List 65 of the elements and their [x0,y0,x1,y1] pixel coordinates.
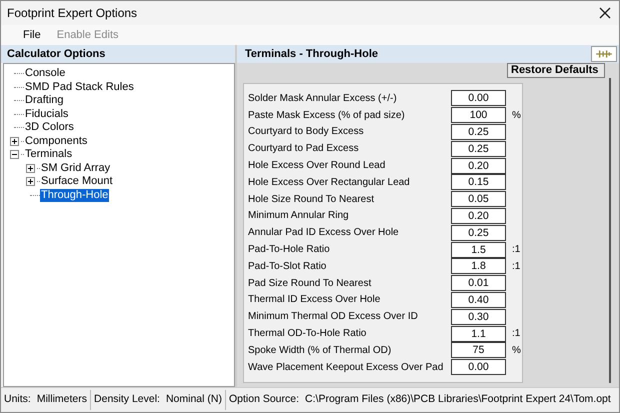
expander-icon[interactable] [26,164,35,173]
value-field[interactable]: 0.25 [451,124,506,140]
tree-item[interactable]: SMD Pad Stack Rules [24,80,135,94]
value-field[interactable]: 1.5 [451,242,506,258]
value-field[interactable]: 0.40 [451,292,506,308]
menu-item[interactable]: File [17,26,47,44]
field-label: Minimum Thermal OD Excess Over ID [248,310,419,324]
field-label: Wave Placement Keepout Excess Over Pad [248,360,444,375]
tree-item[interactable]: SM Grid Array [40,162,112,175]
field-label: Hole Size Round To Nearest [248,192,375,207]
value-field[interactable]: 0.00 [451,359,506,376]
value-field[interactable]: 0.20 [451,208,506,224]
value-field[interactable]: 0.15 [451,174,506,190]
status-label: Option Source: [228,392,300,408]
value-field[interactable]: 0.00 [451,90,506,106]
value-field[interactable]: 0.30 [451,308,506,325]
status-label: Density Level: [94,392,160,408]
unit-label: :1 [512,327,520,342]
value-field[interactable]: 0.01 [451,275,506,292]
field-label: Solder Mask Annular Excess (+/-) [248,92,398,106]
field-label: Pad-To-Hole Ratio [248,243,331,258]
value-field[interactable]: 75 [451,342,506,358]
status-value: Nominal (N) [166,392,222,408]
close-icon[interactable] [599,7,611,19]
value-field[interactable]: 0.05 [451,191,506,208]
unit-label: :1 [512,243,520,258]
field-label: Pad Size Round To Nearest [248,276,372,291]
field-label: Courtyard to Body Excess [248,125,365,140]
value-field[interactable]: 100 [451,107,506,124]
unit-label: :1 [512,260,520,274]
field-label: Minimum Annular Ring [248,209,350,224]
tree-item[interactable]: 3D Colors [24,121,75,134]
field-label: Annular Pad ID Excess Over Hole [248,226,400,240]
panel-header: Terminals - Through-Hole [244,46,378,62]
field-label: Courtyard to Pad Excess [248,142,360,156]
field-label: Hole Excess Over Round Lead [248,159,386,174]
field-label: Hole Excess Over Rectangular Lead [248,176,411,190]
value-field[interactable]: 1.8 [451,258,506,274]
field-label: Paste Mask Excess (% of pad size) [248,108,406,123]
value-field[interactable]: 0.25 [451,224,506,241]
tree-item[interactable]: Fiducials [24,108,70,121]
window-title: Footprint Expert Options [7,5,138,22]
tree-item[interactable]: Surface Mount [40,175,114,188]
tree-item[interactable]: Through-Hole [40,188,110,202]
status-value: Millimeters [36,392,88,408]
unit-label: % [512,108,521,123]
value-field[interactable]: 0.25 [451,140,506,157]
tree-item[interactable]: Console [24,67,66,80]
expander-icon[interactable] [10,136,19,146]
field-label: Spoke Width (% of Thermal OD) [248,344,392,358]
tree-item[interactable]: Terminals [24,148,74,162]
unit-label: % [512,344,521,358]
field-label: Thermal ID Excess Over Hole [248,293,382,308]
status-value: C:\Program Files (x86)\PCB Libraries\Footprint Expert 24\Tom.opt [305,392,611,408]
tree-item[interactable]: Components [24,134,88,148]
restore-defaults-button[interactable]: Restore Defaults [507,63,605,78]
tree-item[interactable]: Drafting [24,94,65,108]
field-label: Pad-To-Slot Ratio [248,260,328,274]
field-label: Thermal OD-To-Hole Ratio [248,327,368,342]
expander-icon[interactable] [10,150,19,160]
value-field[interactable]: 1.1 [451,326,506,342]
panel-header: Calculator Options [1,45,235,63]
value-field[interactable]: 0.20 [451,158,506,174]
expander-icon[interactable] [26,177,35,186]
status-label: Units: [4,392,31,408]
